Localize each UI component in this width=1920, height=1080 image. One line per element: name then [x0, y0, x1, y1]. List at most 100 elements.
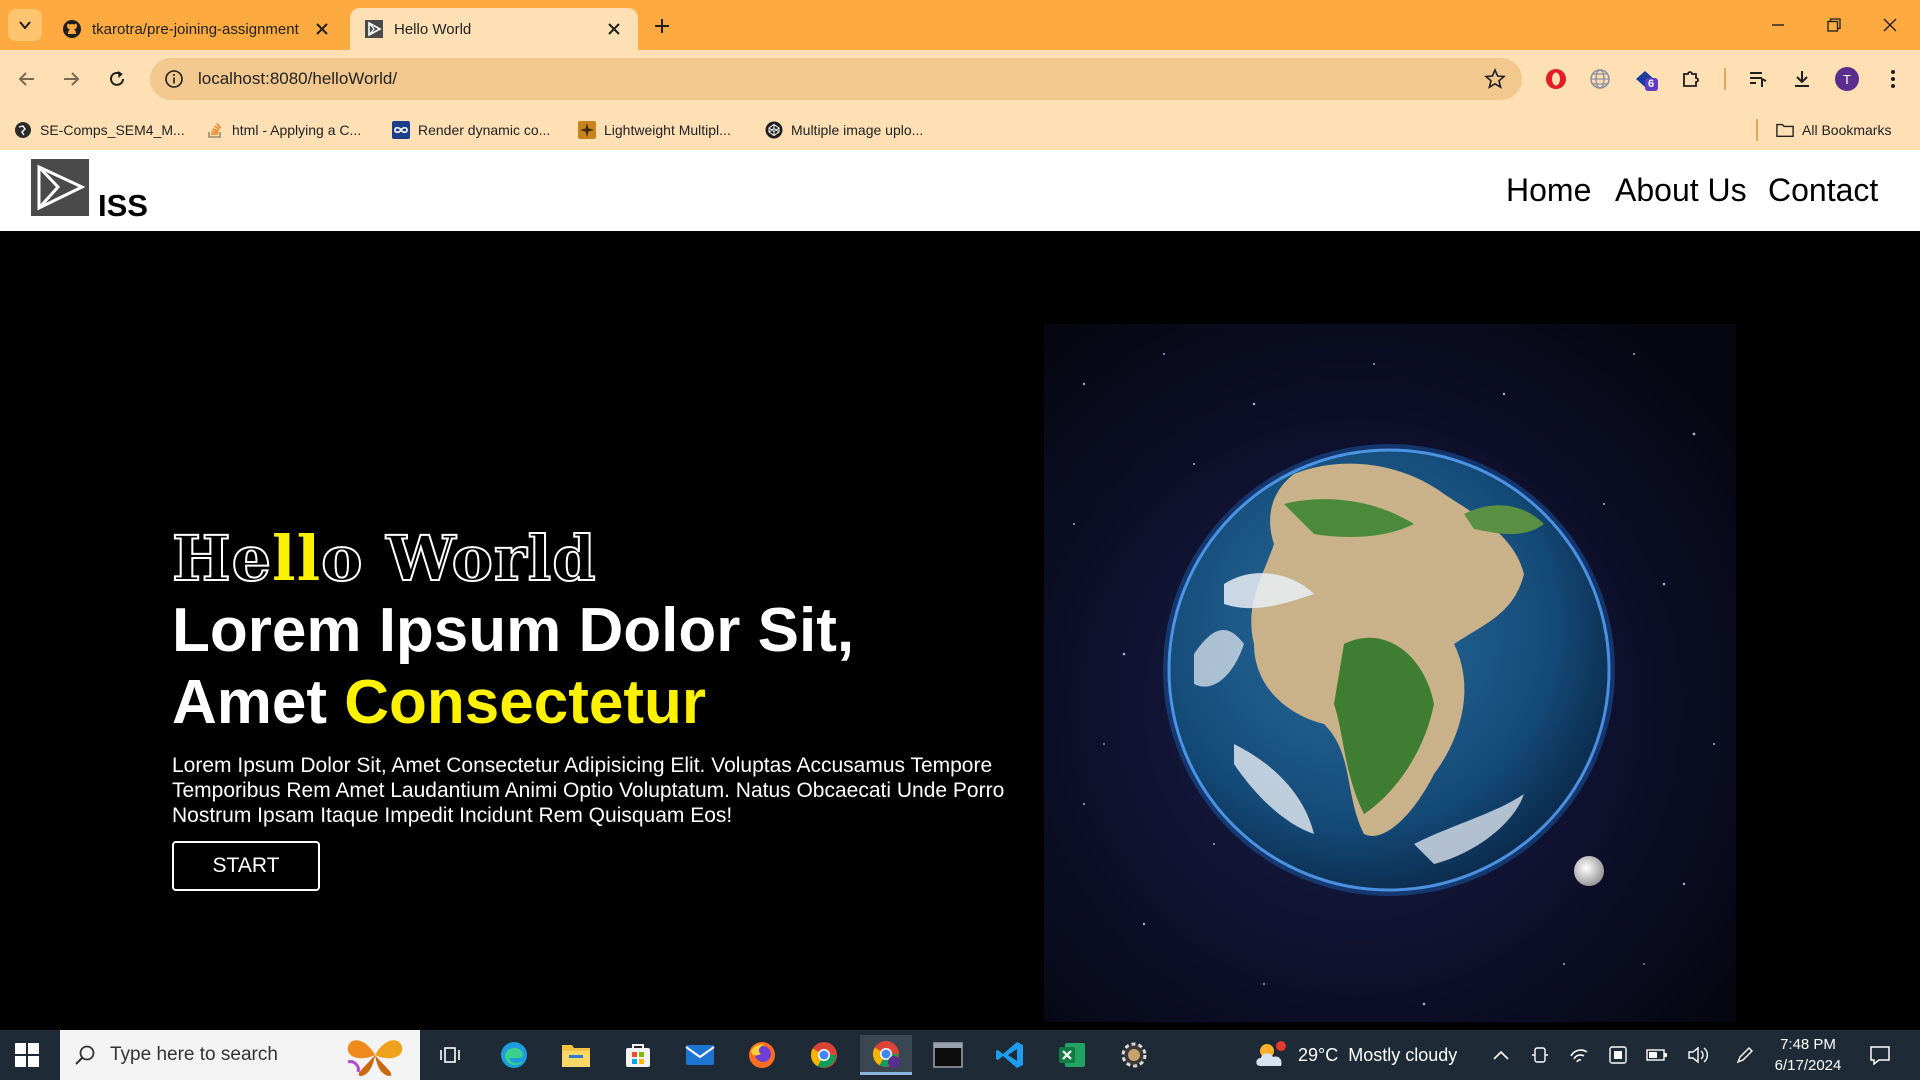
menu-kebab-icon[interactable] — [1880, 66, 1906, 92]
microsoft-store-icon[interactable] — [612, 1035, 664, 1075]
earth-image — [1044, 324, 1736, 1022]
hello-highlight: ll — [272, 522, 322, 595]
bookmark-item[interactable]: Lightweight Multipl... — [578, 118, 731, 142]
logo-play-icon[interactable] — [31, 159, 89, 216]
hero-section: Hello World Lorem Ipsum Dolor Sit, Amet … — [0, 231, 1920, 1030]
bookmark-item[interactable]: Multiple image uplo... — [765, 118, 923, 142]
tab-strip: tkarotra/pre-joining-assignment Hello Wo… — [0, 0, 1920, 50]
nav-home[interactable]: Home — [1506, 172, 1591, 209]
hello-title: Hello World — [171, 522, 1012, 596]
profile-avatar[interactable]: T — [1834, 66, 1860, 92]
bookmarks-bar: SE-Comps_SEM4_M... html - Applying a C..… — [0, 112, 1920, 148]
bookmark-item[interactable]: Render dynamic co... — [392, 118, 550, 142]
infinity-icon — [392, 121, 410, 139]
battery-saver-icon[interactable] — [1606, 1043, 1630, 1067]
minimize-button[interactable] — [1750, 0, 1806, 50]
clock[interactable]: 7:48 PM 6/17/2024 — [1766, 1034, 1850, 1076]
close-icon — [1883, 18, 1897, 32]
pen-icon[interactable] — [1733, 1043, 1757, 1067]
clock-date: 6/17/2024 — [1774, 1057, 1842, 1074]
terminal-icon[interactable] — [922, 1035, 974, 1075]
firefox-icon[interactable] — [736, 1035, 788, 1075]
close-icon[interactable] — [604, 19, 624, 39]
window-close-button[interactable] — [1862, 0, 1918, 50]
new-tab-button[interactable] — [648, 12, 676, 40]
clock-time: 7:48 PM — [1780, 1036, 1836, 1053]
opera-extension-icon[interactable] — [1543, 66, 1569, 92]
stackoverflow-icon — [206, 121, 224, 139]
weather-widget[interactable]: 29°C Mostly cloudy — [1254, 1040, 1457, 1070]
vscode-icon[interactable] — [984, 1035, 1036, 1075]
extension-with-badge-icon[interactable]: 6 — [1633, 66, 1659, 92]
restore-button[interactable] — [1806, 0, 1862, 50]
start-button[interactable]: START — [172, 841, 320, 891]
bookmark-label: Render dynamic co... — [418, 122, 551, 138]
arrow-right-icon — [64, 72, 80, 86]
bookmark-star-icon[interactable] — [1484, 68, 1506, 90]
tab-search-button[interactable] — [8, 9, 42, 41]
download-icon[interactable] — [1789, 66, 1815, 92]
globe-dark-icon — [14, 121, 32, 139]
chrome-icon[interactable] — [798, 1035, 850, 1075]
cloudy-weather-icon — [1256, 1041, 1286, 1066]
hello-part: o World — [320, 522, 597, 596]
headline-line-2: Amet Consectetur — [172, 667, 1012, 739]
tab-github[interactable]: tkarotra/pre-joining-assignment — [48, 8, 346, 50]
bookmark-label: Multiple image uplo... — [791, 122, 924, 138]
weather-desc: Mostly cloudy — [1348, 1044, 1458, 1065]
folder-icon — [1776, 121, 1794, 139]
logo-text: ISS — [98, 188, 148, 223]
github-icon — [62, 19, 82, 39]
close-icon[interactable] — [312, 19, 332, 39]
hello-part: He — [171, 522, 273, 596]
play-logo-icon — [364, 19, 384, 39]
bookmark-label: SE-Comps_SEM4_M... — [40, 122, 185, 138]
device-icon[interactable] — [1528, 1043, 1552, 1067]
nav-contact[interactable]: Contact — [1768, 172, 1878, 209]
extension-badge: 6 — [1648, 78, 1655, 90]
taskbar: Type here to search 29°C Mostly cloudy 7… — [0, 1030, 1920, 1080]
back-button[interactable] — [10, 62, 44, 96]
plus-icon — [655, 19, 669, 33]
all-bookmarks-label: All Bookmarks — [1802, 122, 1892, 138]
mail-icon[interactable] — [674, 1035, 726, 1075]
bookmark-label: Lightweight Multipl... — [604, 122, 731, 138]
globe-extension-icon[interactable] — [1587, 66, 1613, 92]
address-bar[interactable]: localhost:8080/helloWorld/ — [150, 58, 1522, 100]
edge-icon[interactable] — [488, 1035, 540, 1075]
weather-temp: 29°C — [1298, 1044, 1339, 1065]
nav-about-us[interactable]: About Us — [1615, 172, 1747, 209]
all-bookmarks-button[interactable]: All Bookmarks — [1776, 118, 1891, 142]
bookmark-item[interactable]: SE-Comps_SEM4_M... — [14, 118, 185, 142]
tab-title: Hello World — [394, 20, 472, 38]
hero-paragraph: Lorem Ipsum Dolor Sit, Amet Consectetur … — [172, 754, 1005, 827]
task-view-icon[interactable] — [424, 1035, 476, 1075]
chevron-up-icon[interactable] — [1489, 1043, 1513, 1067]
forward-button[interactable] — [54, 62, 88, 96]
search-placeholder: Type here to search — [110, 1044, 278, 1065]
chevron-down-icon — [19, 21, 31, 30]
avatar-initial: T — [1835, 67, 1859, 91]
sparkle-app-icon — [578, 121, 596, 139]
battery-icon[interactable] — [1645, 1043, 1669, 1067]
chrome-profile-icon[interactable] — [860, 1035, 912, 1075]
media-queue-icon[interactable] — [1745, 66, 1771, 92]
arrow-left-icon — [18, 72, 34, 86]
notification-icon[interactable] — [1868, 1043, 1892, 1067]
minimize-icon — [1772, 24, 1784, 26]
windows-start-icon[interactable] — [14, 1042, 40, 1068]
settings-gear-icon[interactable] — [1108, 1035, 1160, 1075]
hero-text: Hello World Lorem Ipsum Dolor Sit, Amet … — [171, 522, 1012, 891]
excel-icon[interactable] — [1046, 1035, 1098, 1075]
bookmark-item[interactable]: html - Applying a C... — [206, 118, 361, 142]
taskbar-search[interactable]: Type here to search — [60, 1030, 420, 1080]
headline-accent: Consectetur — [344, 668, 707, 737]
reload-button[interactable] — [100, 62, 134, 96]
file-explorer-icon[interactable] — [550, 1035, 602, 1075]
wifi-icon[interactable] — [1567, 1043, 1591, 1067]
tab-hello-world[interactable]: Hello World — [350, 8, 638, 50]
site-header: ISS Home About Us Contact — [0, 150, 1920, 231]
volume-icon[interactable] — [1686, 1043, 1710, 1067]
bookmarks-divider — [1756, 119, 1758, 141]
extensions-puzzle-icon[interactable] — [1678, 66, 1704, 92]
